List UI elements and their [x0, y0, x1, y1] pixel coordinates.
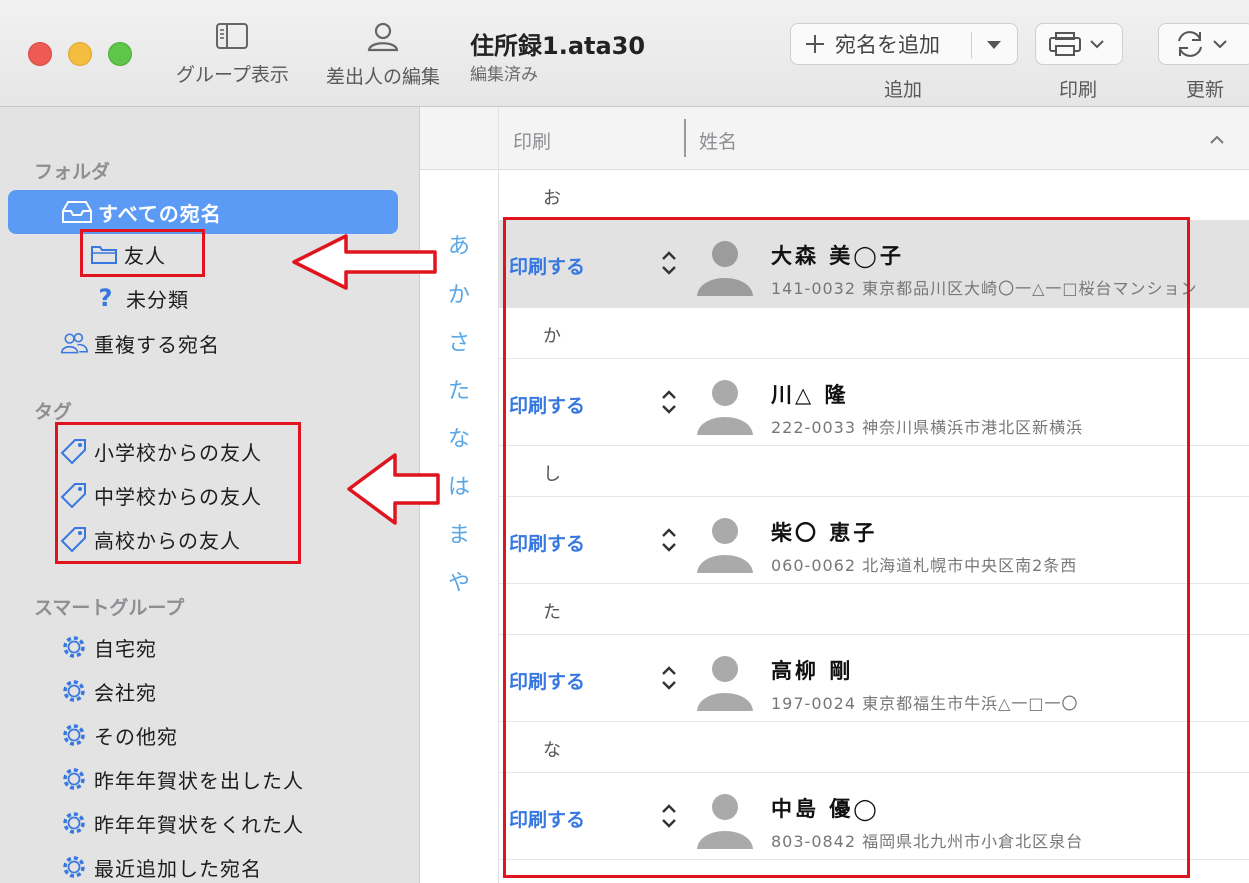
sidebar-item-smart-other[interactable]: その他宛 [60, 717, 178, 753]
column-divider [684, 119, 686, 157]
column-header-print[interactable]: 印刷 [513, 127, 551, 154]
gear-icon [63, 724, 85, 746]
tray-icon [62, 201, 92, 223]
edit-sender-label: 差出人の編集 [326, 66, 441, 88]
refresh-icon [1178, 31, 1202, 57]
index-letter[interactable]: な [448, 421, 470, 453]
annotation-box-tags [55, 422, 301, 564]
annotation-box-friends-folder [80, 229, 205, 277]
sidebar-item-smart-received-last-year[interactable]: 昨年年賀状をくれた人 [60, 805, 304, 841]
dropdown-arrow-icon[interactable] [986, 39, 1002, 51]
sidebar-item-label: 最近追加した宛名 [94, 856, 262, 881]
sidebar-item-label: 会社宛 [94, 680, 157, 705]
sidebar-item-label: 自宅宛 [94, 636, 157, 661]
index-letter[interactable]: か [448, 277, 470, 309]
sidebar-item-label: 昨年年賀状を出した人 [94, 768, 304, 793]
gear-icon [63, 636, 85, 658]
index-letter[interactable]: は [448, 469, 470, 501]
print-button[interactable] [1035, 23, 1123, 65]
sidebar-item-smart-company[interactable]: 会社宛 [60, 673, 157, 709]
index-letter[interactable]: た [448, 373, 470, 405]
edit-sender-button[interactable]: 差出人の編集 [326, 22, 440, 89]
tag-heading: タグ [34, 401, 73, 423]
sidebar-item-smart-home[interactable]: 自宅宛 [60, 629, 157, 665]
printer-icon [1049, 32, 1081, 56]
sidebar-item-smart-recent[interactable]: 最近追加した宛名 [60, 849, 262, 883]
index-letter[interactable]: や [448, 565, 470, 597]
index-letter[interactable]: あ [448, 228, 470, 260]
sidebar-item-label: すべての宛名 [98, 201, 222, 226]
sort-ascending-icon[interactable] [1209, 135, 1225, 145]
chevron-down-icon [1213, 40, 1227, 49]
gear-icon [63, 680, 85, 702]
update-label: 更新 [1186, 79, 1225, 101]
update-button[interactable] [1158, 23, 1249, 65]
sidebar-icon [216, 23, 249, 49]
column-header-name[interactable]: 姓名 [699, 127, 737, 154]
section-header: お [499, 170, 1249, 220]
group-view-button[interactable]: グループ表示 [176, 22, 289, 87]
document-title: 住所録1.ata30 [470, 32, 646, 60]
index-letter[interactable]: ま [448, 517, 470, 549]
sidebar-item-label: 昨年年賀状をくれた人 [94, 812, 304, 837]
plus-icon [806, 35, 824, 53]
zoom-window-button[interactable] [108, 42, 132, 66]
chevron-down-icon [1090, 40, 1104, 49]
add-address-button[interactable]: 宛名を追加 [790, 23, 1018, 65]
list-header: 印刷 姓名 [499, 107, 1249, 170]
section-header-label: お [543, 188, 561, 209]
annotation-arrow-left-icon [347, 453, 440, 525]
print-label: 印刷 [1059, 79, 1098, 101]
people-icon [60, 333, 88, 354]
index-letter[interactable]: さ [448, 325, 470, 357]
sidebar-item-all-addresses[interactable]: すべての宛名 [8, 190, 398, 234]
add-address-label: 宛名を追加 [835, 33, 940, 57]
close-window-button[interactable] [28, 42, 52, 66]
index-header [420, 107, 498, 170]
person-icon [367, 22, 399, 52]
minimize-window-button[interactable] [68, 42, 92, 66]
add-label: 追加 [884, 79, 923, 101]
toolbar: グループ表示 差出人の編集 住所録1.ata30 編集済み 宛名を追加 追加 印… [0, 0, 1249, 107]
document-status: 編集済み [470, 65, 538, 85]
question-icon: ? [98, 284, 114, 312]
sidebar-item-label: 重複する宛名 [94, 332, 220, 357]
sidebar-item-label: その他宛 [94, 724, 178, 749]
sidebar-item-uncategorized[interactable]: ? 未分類 [92, 280, 189, 316]
group-view-label: グループ表示 [176, 64, 289, 86]
annotation-box-address-list [503, 217, 1190, 878]
sidebar-item-label: 未分類 [126, 287, 189, 312]
folder-heading: フォルダ [34, 161, 111, 183]
annotation-arrow-left-icon [292, 234, 437, 290]
gear-icon [63, 856, 85, 878]
gear-icon [63, 768, 85, 790]
gear-icon [63, 812, 85, 834]
sidebar-item-smart-sent-last-year[interactable]: 昨年年賀状を出した人 [60, 761, 304, 797]
smart-group-heading: スマートグループ [34, 597, 185, 619]
sidebar-item-duplicates[interactable]: 重複する宛名 [60, 325, 220, 361]
